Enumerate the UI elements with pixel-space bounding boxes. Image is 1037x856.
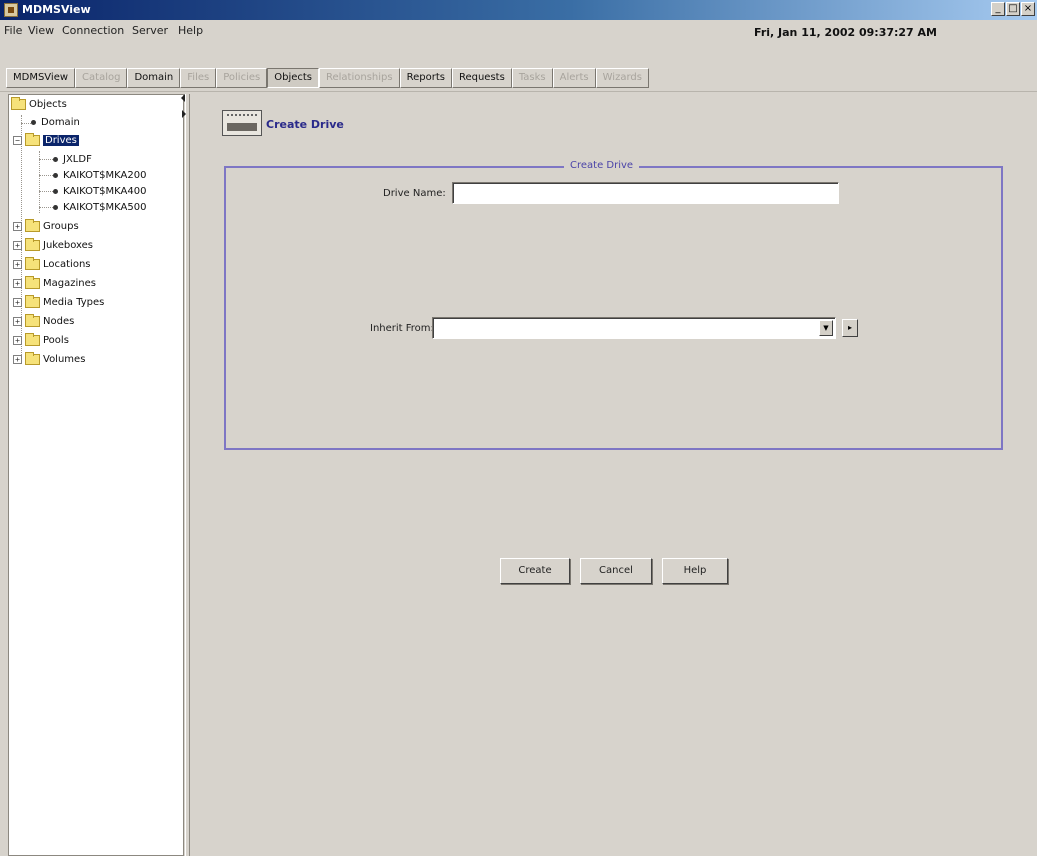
menu-help[interactable]: Help [178,24,203,37]
tab-toolbar: MDMSView Catalog Domain Files Policies Object… [0,64,1037,92]
folder-icon [25,314,40,327]
tree-item-jukeboxes[interactable]: + Jukeboxes [13,238,93,253]
drive-name-label: Drive Name: [383,188,446,199]
menu-file[interactable]: File [4,24,22,37]
drive-icon [222,110,262,136]
tab-requests[interactable]: Requests [451,68,512,88]
collapse-icon[interactable]: − [13,136,22,145]
tree-item-drives[interactable]: − Drives [13,133,79,148]
folder-icon [25,219,40,232]
close-button[interactable]: × [1021,2,1035,16]
create-button[interactable]: Create [500,558,570,584]
tab-tasks: Tasks [511,68,553,88]
tree-item-domain[interactable]: Domain [31,115,80,130]
expand-icon[interactable]: + [13,317,22,326]
folder-icon [25,276,40,289]
tree-item-drive[interactable]: KAIKOT$MKA500 [53,200,146,215]
expand-icon[interactable]: + [13,298,22,307]
datetime-display: Fri, Jan 11, 2002 09:37:27 AM [754,26,937,39]
menu-view[interactable]: View [28,24,54,37]
expand-right-arrow-icon[interactable] [182,110,186,118]
tree-item-media-types[interactable]: + Media Types [13,295,104,310]
create-drive-groupbox [224,166,1003,450]
app-icon [4,3,18,17]
drive-name-input[interactable] [452,182,839,204]
maximize-button[interactable]: □ [1006,2,1020,16]
folder-icon [25,257,40,270]
help-button[interactable]: Help [662,558,728,584]
folder-open-icon [11,97,26,110]
tab-objects[interactable]: Objects [267,68,319,88]
tab-catalog: Catalog [75,68,128,88]
leaf-node-icon [53,173,58,178]
folder-icon [25,295,40,308]
tab-wizards: Wizards [595,68,649,88]
leaf-node-icon [53,189,58,194]
dropdown-arrow-icon[interactable]: ▼ [819,320,833,336]
tab-files: Files [180,68,217,88]
expand-icon[interactable]: + [13,279,22,288]
tab-mdmsview[interactable]: MDMSView [6,68,76,88]
inherit-from-select[interactable] [432,317,836,339]
tree-item-locations[interactable]: + Locations [13,257,91,272]
expand-icon[interactable]: + [13,336,22,345]
tab-domain[interactable]: Domain [127,68,181,88]
leaf-node-icon [53,205,58,210]
folder-icon [25,133,40,146]
tree-item-drive[interactable]: KAIKOT$MKA400 [53,184,146,199]
tree-item-magazines[interactable]: + Magazines [13,276,96,291]
tree-item-volumes[interactable]: + Volumes [13,352,85,367]
expand-icon[interactable]: + [13,222,22,231]
tab-policies: Policies [216,68,268,88]
folder-icon [25,238,40,251]
window-title: MDMSView [22,3,91,16]
tab-relationships: Relationships [319,68,400,88]
tab-alerts: Alerts [552,68,596,88]
menu-bar: File View Connection Server Help Fri, Ja… [0,20,1037,42]
leaf-node-icon [53,157,58,162]
collapse-left-arrow-icon[interactable] [177,94,185,102]
expand-icon[interactable]: + [13,241,22,250]
inherit-from-label: Inherit From: [370,323,434,334]
tree-root-objects[interactable]: Objects [11,97,67,112]
app-window: MDMSView _ □ × File View Connection Serv… [0,0,1037,856]
tab-reports[interactable]: Reports [399,68,452,88]
inherit-browse-button[interactable]: ▸ [842,319,858,337]
panel-splitter[interactable] [185,94,190,856]
tree-item-groups[interactable]: + Groups [13,219,79,234]
expand-icon[interactable]: + [13,355,22,364]
object-tree: Objects Domain − Drives JXLDF KAIKOT$MKA… [8,94,184,856]
tree-item-drive[interactable]: JXLDF [53,152,92,167]
folder-icon [25,333,40,346]
folder-icon [25,352,40,365]
expand-icon[interactable]: + [13,260,22,269]
page-title: Create Drive [266,118,344,131]
title-bar: MDMSView _ □ × [0,0,1037,20]
menu-connection[interactable]: Connection [62,24,124,37]
cancel-button[interactable]: Cancel [580,558,652,584]
menu-server[interactable]: Server [132,24,168,37]
minimize-button[interactable]: _ [991,2,1005,16]
leaf-node-icon [31,120,36,125]
groupbox-title: Create Drive [564,160,640,171]
tree-item-pools[interactable]: + Pools [13,333,69,348]
tree-item-drive[interactable]: KAIKOT$MKA200 [53,168,146,183]
tree-item-nodes[interactable]: + Nodes [13,314,74,329]
